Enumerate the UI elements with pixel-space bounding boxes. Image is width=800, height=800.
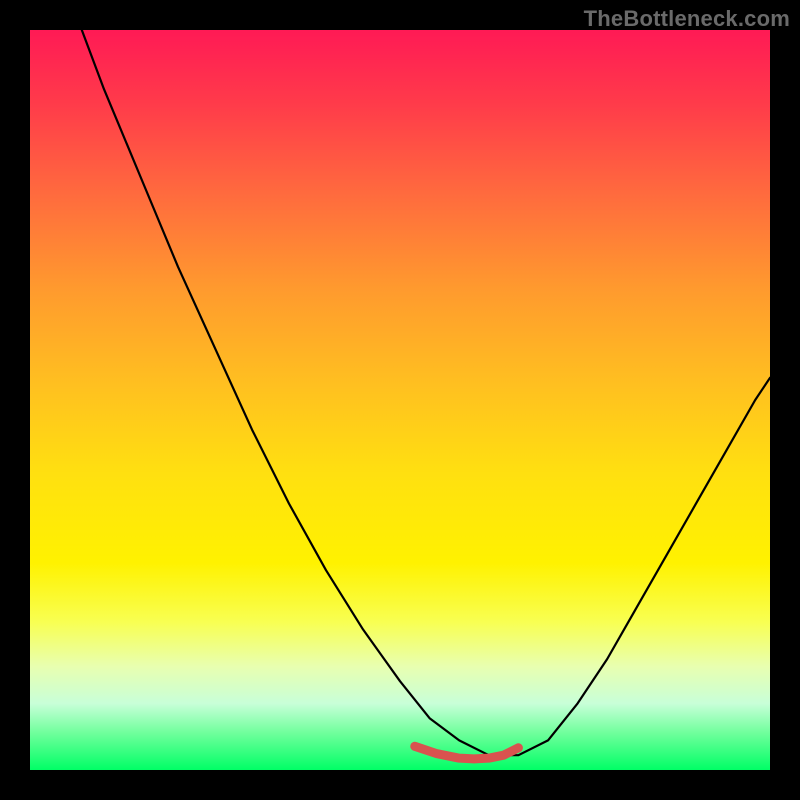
chart-container: TheBottleneck.com: [0, 0, 800, 800]
bottleneck-marker: [415, 746, 519, 759]
chart-svg: [30, 30, 770, 770]
plot-area: [30, 30, 770, 770]
watermark-text: TheBottleneck.com: [584, 6, 790, 32]
performance-curve: [82, 30, 770, 755]
